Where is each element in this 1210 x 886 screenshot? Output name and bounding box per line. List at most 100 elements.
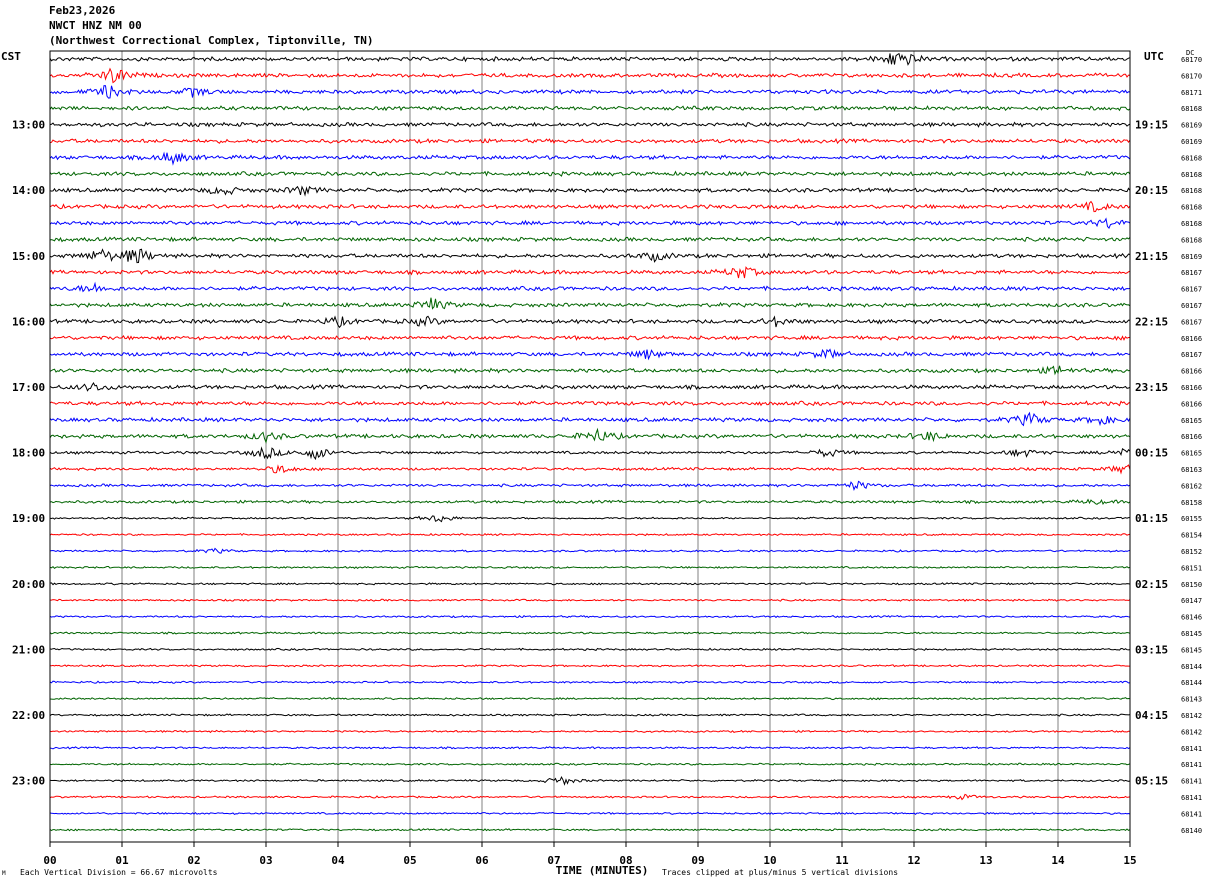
right-hour-label: 20:15 xyxy=(1135,184,1168,197)
dc-offset-label: 68150 xyxy=(1181,581,1202,589)
trace-line xyxy=(49,729,1131,734)
dc-offset-label: 60155 xyxy=(1181,515,1202,523)
trace-line xyxy=(49,170,1131,177)
x-tick-label: 01 xyxy=(115,854,129,867)
trace-line xyxy=(49,85,1131,99)
trace-line xyxy=(49,614,1131,619)
dc-offset-label: 68145 xyxy=(1181,646,1202,654)
dc-offset-label: 68170 xyxy=(1181,72,1202,80)
trace-line xyxy=(49,713,1131,717)
left-hour-label: 20:00 xyxy=(12,578,45,591)
dc-offset-label: 68141 xyxy=(1181,778,1202,786)
trace-line xyxy=(49,446,1131,461)
trace-line xyxy=(49,365,1131,376)
trace-line xyxy=(49,151,1131,166)
x-tick-label: 13 xyxy=(979,854,992,867)
trace-line xyxy=(49,762,1131,766)
footer-scale-text: Each Vertical Division = 66.67 microvolt… xyxy=(20,868,218,877)
dc-offset-label: 68167 xyxy=(1181,286,1202,294)
dc-offset-label: 68144 xyxy=(1181,679,1202,687)
trace-line xyxy=(49,582,1131,586)
x-tick-label: 12 xyxy=(907,854,920,867)
trace-line xyxy=(49,498,1131,506)
trace-line xyxy=(49,281,1131,293)
trace-line xyxy=(49,248,1131,264)
left-hour-label: 22:00 xyxy=(12,709,45,722)
x-axis-label: TIME (MINUTES) xyxy=(556,864,649,877)
right-hour-label: 03:15 xyxy=(1135,643,1168,656)
dc-offset-label: 68162 xyxy=(1181,482,1202,490)
dc-offset-label: 68146 xyxy=(1181,614,1202,622)
dc-offset-label: 68151 xyxy=(1181,564,1202,572)
trace-line xyxy=(49,828,1131,832)
trace-line xyxy=(49,427,1131,444)
trace-line xyxy=(49,411,1131,427)
trace-line xyxy=(49,811,1131,815)
dc-offset-label: 68158 xyxy=(1181,499,1202,507)
dc-offset-label: 68171 xyxy=(1181,89,1202,97)
left-hour-label: 21:00 xyxy=(12,643,45,656)
dc-offset-label: 68166 xyxy=(1181,368,1202,376)
right-hour-label: 01:15 xyxy=(1135,512,1168,525)
trace-line xyxy=(50,664,1130,668)
dc-offset-label: 68167 xyxy=(1181,351,1202,359)
right-hour-label: 23:15 xyxy=(1135,381,1168,394)
dc-offset-label: 68166 xyxy=(1181,335,1202,343)
trace-line xyxy=(49,400,1131,407)
footer-mark: M xyxy=(2,870,6,877)
dc-offset-label: 68142 xyxy=(1181,712,1202,720)
trace-line xyxy=(49,696,1131,701)
dc-offset-label: 68169 xyxy=(1181,253,1202,261)
trace-line xyxy=(49,121,1131,128)
trace-line xyxy=(49,185,1131,197)
right-hour-label: 19:15 xyxy=(1135,119,1168,132)
trace-line xyxy=(49,200,1131,213)
trace-line xyxy=(49,266,1131,279)
footer-clip-text: Traces clipped at plus/minus 5 vertical … xyxy=(662,868,899,877)
dc-offset-label: 68168 xyxy=(1181,187,1202,195)
right-hour-label: 04:15 xyxy=(1135,709,1168,722)
dc-offset-label: 68168 xyxy=(1181,236,1202,244)
left-hour-label: 19:00 xyxy=(12,512,45,525)
x-tick-label: 10 xyxy=(763,854,776,867)
right-hour-label: 22:15 xyxy=(1135,315,1168,328)
dc-offset-label: 68168 xyxy=(1181,154,1202,162)
dc-offset-label: 68143 xyxy=(1181,696,1202,704)
x-tick-label: 15 xyxy=(1123,854,1136,867)
dc-offset-label: 68168 xyxy=(1181,220,1202,228)
dc-offset-label: 68142 xyxy=(1181,728,1202,736)
right-hour-label: 00:15 xyxy=(1135,447,1168,460)
dc-offset-label: 68166 xyxy=(1181,433,1202,441)
plot-frame xyxy=(49,50,1131,843)
trace-line xyxy=(49,334,1130,341)
dc-offset-label: 68169 xyxy=(1181,122,1202,130)
trace-line xyxy=(49,647,1131,651)
right-hour-label: 02:15 xyxy=(1135,578,1168,591)
left-hour-label: 17:00 xyxy=(12,381,45,394)
trace-line xyxy=(49,680,1130,684)
dc-offset-label: 68165 xyxy=(1181,450,1202,458)
left-hour-label: 14:00 xyxy=(12,184,45,197)
left-hour-label: 13:00 xyxy=(12,119,45,132)
x-tick-label: 14 xyxy=(1051,854,1065,867)
trace-line xyxy=(49,631,1131,635)
trace-line xyxy=(49,547,1131,554)
dc-offset-label: 68170 xyxy=(1181,56,1202,64)
seismogram-plot: 68170 68170 68171 68168 68169 60169 68168 68168… xyxy=(12,50,1202,877)
dc-offset-label: 60147 xyxy=(1181,597,1202,605)
x-tick-label: 00 xyxy=(43,854,56,867)
x-tick-label: 09 xyxy=(691,854,704,867)
trace-line xyxy=(49,67,1131,84)
left-hour-label: 15:00 xyxy=(12,250,45,263)
trace-line xyxy=(50,598,1131,602)
dc-offset-label: 60169 xyxy=(1181,138,1202,146)
dc-offset-label: 68154 xyxy=(1181,532,1202,540)
dc-offset-label: 68141 xyxy=(1181,810,1202,818)
x-tick-label: 06 xyxy=(475,854,489,867)
dc-offset-label: 68141 xyxy=(1181,745,1202,753)
x-tick-label: 05 xyxy=(403,854,416,867)
trace-line xyxy=(49,348,1131,361)
dc-offset-label: 60167 xyxy=(1181,302,1202,310)
x-tick-label: 04 xyxy=(331,854,345,867)
left-hour-label: 23:00 xyxy=(12,775,45,788)
